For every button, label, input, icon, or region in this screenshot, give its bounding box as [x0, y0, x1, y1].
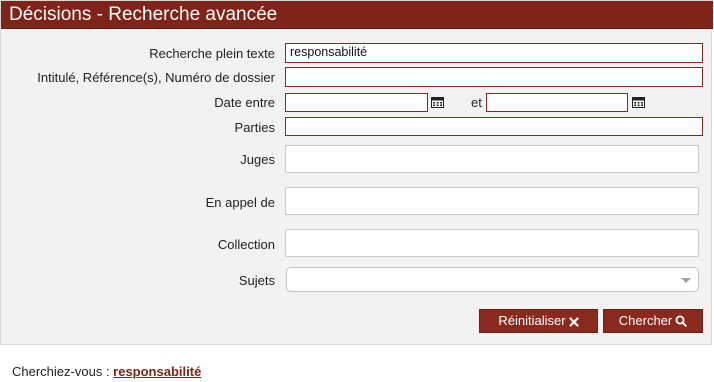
fulltext-label: Recherche plein texte — [149, 46, 275, 61]
judges-label: Juges — [240, 152, 275, 167]
subjects-select[interactable] — [286, 267, 699, 292]
date-and-label: et — [471, 95, 482, 110]
appeal-input[interactable] — [285, 187, 699, 215]
subjects-label: Sujets — [238, 273, 275, 288]
parties-input[interactable] — [285, 117, 703, 136]
page-title: Décisions - Recherche avancée — [9, 4, 278, 25]
advanced-search-panel: Décisions - Recherche avancée Recherche … — [0, 0, 713, 345]
search-button[interactable]: Chercher — [603, 309, 703, 333]
collection-input[interactable] — [285, 229, 699, 257]
chevron-down-icon — [681, 278, 691, 283]
title-reference-input[interactable] — [285, 67, 703, 87]
did-you-mean: Cherchiez-vous : responsabilité — [12, 364, 201, 379]
appeal-label: En appel de — [205, 195, 275, 210]
search-icon — [675, 315, 688, 327]
date-from-input[interactable] — [285, 93, 428, 112]
panel-header: Décisions - Recherche avancée — [1, 1, 713, 29]
reset-button[interactable]: Réinitialiser — [479, 309, 598, 333]
parties-label: Parties — [234, 120, 275, 135]
times-icon — [568, 317, 579, 327]
collection-label: Collection — [217, 237, 275, 252]
date-to-input[interactable] — [486, 93, 628, 112]
calendar-icon[interactable] — [632, 96, 645, 108]
date-between-label: Date entre — [214, 95, 275, 110]
calendar-icon[interactable] — [431, 96, 444, 108]
fulltext-input[interactable]: responsabilité — [285, 43, 703, 63]
did-you-mean-link[interactable]: responsabilité — [113, 364, 201, 379]
title-reference-label: Intitulé, Référence(s), Numéro de dossie… — [37, 70, 275, 85]
reset-button-label: Réinitialiser — [498, 313, 566, 328]
search-button-label: Chercher — [618, 313, 673, 328]
judges-input[interactable] — [285, 145, 699, 173]
did-you-mean-prefix: Cherchiez-vous : — [12, 364, 114, 379]
